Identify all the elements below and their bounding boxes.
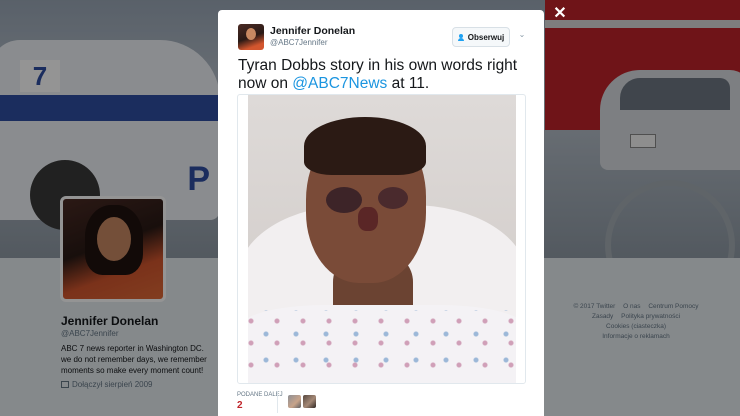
- author-name[interactable]: Jennifer Donelan: [270, 25, 355, 37]
- retweets-label: PODANE DALEJ: [237, 392, 283, 398]
- retweets-count[interactable]: 2: [237, 400, 243, 411]
- tweet-text: Tyran Dobbs story in his own words right…: [238, 57, 528, 93]
- follow-button-label: Obserwuj: [467, 32, 505, 42]
- retweeter-avatar[interactable]: [303, 395, 316, 408]
- tweet-modal: Jennifer Donelan @ABC7Jennifer Obserwuj …: [218, 10, 544, 416]
- close-icon[interactable]: ✕: [552, 6, 568, 22]
- tweet-photo[interactable]: [237, 94, 526, 384]
- chevron-down-icon[interactable]: ⌄: [517, 30, 527, 40]
- author-handle[interactable]: @ABC7Jennifer: [270, 38, 327, 47]
- follow-button[interactable]: Obserwuj: [452, 27, 510, 47]
- add-user-icon: [457, 33, 465, 41]
- tweet-mention-link[interactable]: @ABC7News: [292, 75, 387, 92]
- retweeter-avatar[interactable]: [288, 395, 301, 408]
- stats-divider: [277, 391, 278, 413]
- tweet-text-end: at 11.: [387, 75, 430, 92]
- author-avatar[interactable]: [238, 24, 264, 50]
